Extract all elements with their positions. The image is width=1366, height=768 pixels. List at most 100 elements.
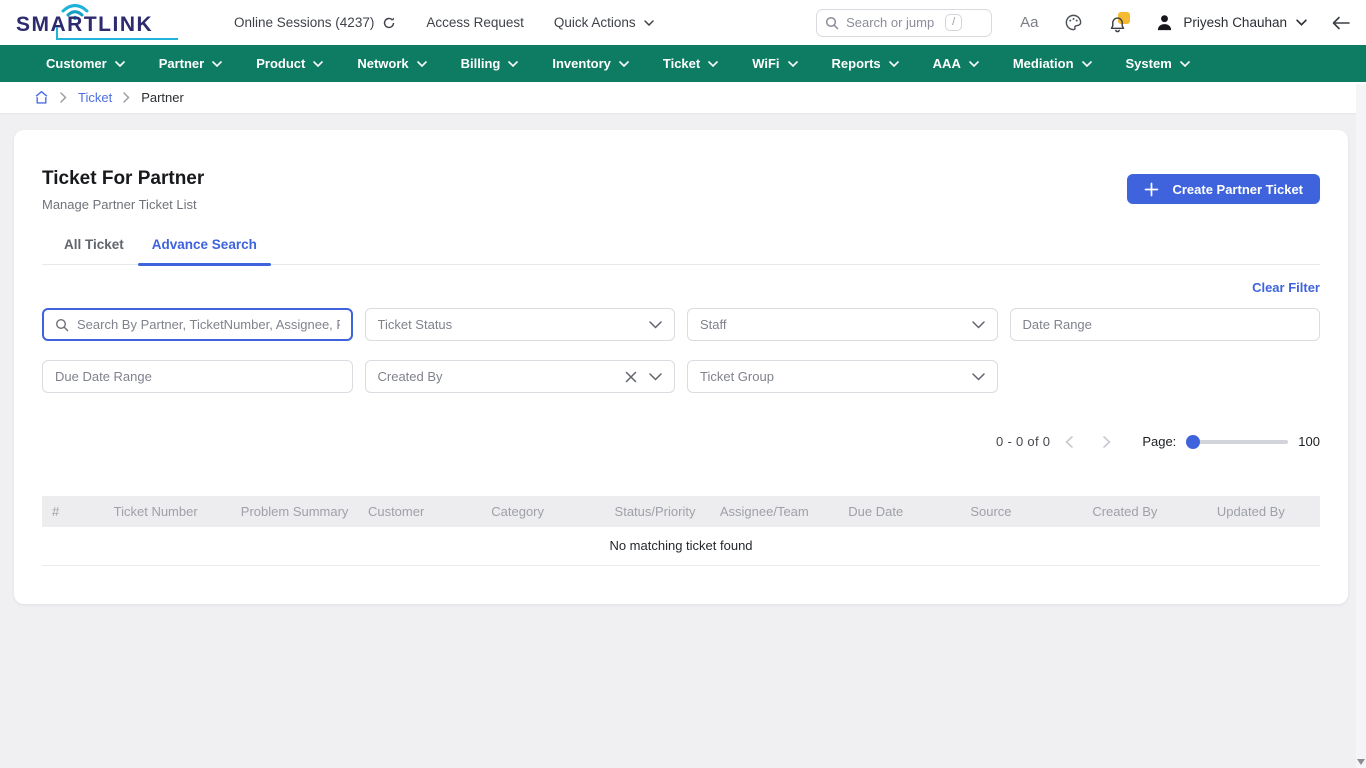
slash-shortcut-key: / — [945, 14, 962, 31]
ticket-for-partner-card: Ticket For Partner Manage Partner Ticket… — [14, 130, 1348, 604]
title-row: Ticket For Partner Manage Partner Ticket… — [42, 130, 1320, 212]
user-name: Priyesh Chauhan — [1183, 15, 1287, 30]
nav-item-label: System — [1126, 56, 1172, 71]
main-navigation: Customer Partner Product Network Billing Inve… — [0, 45, 1366, 82]
col-ticket-number: Ticket Number — [104, 496, 231, 527]
nav-item-label: Customer — [46, 56, 107, 71]
chevron-down-icon — [212, 61, 222, 67]
tickets-table-wrap: # Ticket Number Problem Summary Customer… — [42, 496, 1320, 566]
nav-item-label: WiFi — [752, 56, 779, 71]
font-size-toggle[interactable]: Aa — [1020, 14, 1038, 31]
online-sessions-link[interactable]: Online Sessions (4237) — [234, 15, 396, 30]
clear-x-icon[interactable] — [625, 371, 637, 383]
smartlink-logo[interactable]: SMARTLINK — [16, 3, 184, 43]
nav-item-mediation[interactable]: Mediation — [1013, 56, 1092, 71]
vertical-scrollbar[interactable] — [1356, 84, 1366, 768]
collapse-back-button[interactable] — [1331, 16, 1350, 30]
pagination-range: 0 - 0 of 0 — [996, 434, 1050, 449]
logo-underline — [56, 38, 178, 40]
col-due-date: Due Date — [838, 496, 960, 527]
pagination-prev-button[interactable] — [1050, 436, 1088, 448]
chevron-down-icon — [889, 61, 899, 67]
chevron-down-icon — [1082, 61, 1092, 67]
empty-state-row: No matching ticket found — [42, 527, 1320, 565]
nav-item-partner[interactable]: Partner — [159, 56, 223, 71]
top-header: SMARTLINK Online Sessions (4237) Access … — [0, 0, 1366, 45]
tab-advance-search[interactable]: Advance Search — [138, 237, 271, 264]
create-partner-ticket-button[interactable]: Create Partner Ticket — [1127, 174, 1320, 204]
page-size-slider[interactable] — [1188, 440, 1288, 444]
created-by-select[interactable]: Created By — [365, 360, 676, 393]
filter-grid-spacer — [1010, 360, 1321, 393]
breadcrumb: Ticket Partner — [0, 82, 1366, 113]
tickets-table: # Ticket Number Problem Summary Customer… — [42, 496, 1320, 566]
nav-item-product[interactable]: Product — [256, 56, 323, 71]
page-title: Ticket For Partner — [42, 168, 204, 190]
partner-search-field[interactable] — [42, 308, 353, 341]
create-button-label: Create Partner Ticket — [1172, 182, 1303, 197]
ticket-group-select[interactable]: Ticket Group — [687, 360, 998, 393]
nav-item-ticket[interactable]: Ticket — [663, 56, 718, 71]
date-range-input[interactable] — [1023, 317, 1308, 332]
chevron-down-icon — [649, 321, 662, 329]
col-created-by: Created By — [1082, 496, 1207, 527]
due-date-range-input[interactable] — [55, 369, 340, 384]
chevron-down-icon — [788, 61, 798, 67]
col-assignee-team: Assignee/Team — [710, 496, 838, 527]
breadcrumb-current: Partner — [141, 90, 184, 105]
chevron-down-icon — [708, 61, 718, 67]
col-updated-by: Updated By — [1207, 496, 1320, 527]
pagination-next-button[interactable] — [1088, 436, 1126, 448]
breadcrumb-ticket-link[interactable]: Ticket — [78, 90, 112, 105]
bell-icon — [1109, 16, 1126, 33]
chevron-right-icon — [60, 92, 67, 103]
nav-item-system[interactable]: System — [1126, 56, 1190, 71]
ticket-group-placeholder: Ticket Group — [700, 369, 964, 384]
chevron-down-icon — [644, 20, 654, 26]
partner-search-input[interactable] — [77, 317, 340, 332]
search-icon — [55, 318, 69, 332]
title-block: Ticket For Partner Manage Partner Ticket… — [42, 168, 204, 212]
nav-item-inventory[interactable]: Inventory — [552, 56, 629, 71]
tab-all-ticket[interactable]: All Ticket — [50, 237, 138, 264]
nav-item-customer[interactable]: Customer — [46, 56, 125, 71]
nav-item-billing[interactable]: Billing — [461, 56, 519, 71]
slider-handle[interactable] — [1186, 435, 1200, 449]
nav-item-aaa[interactable]: AAA — [933, 56, 979, 71]
table-header-row: # Ticket Number Problem Summary Customer… — [42, 496, 1320, 527]
notifications-button[interactable] — [1109, 13, 1129, 33]
scroll-down-arrow-icon[interactable] — [1357, 759, 1365, 765]
clear-filter-link[interactable]: Clear Filter — [1252, 280, 1320, 295]
chevron-right-icon — [1103, 436, 1111, 448]
col-index: # — [42, 496, 104, 527]
ticket-status-select[interactable]: Ticket Status — [365, 308, 676, 341]
nav-item-label: Network — [357, 56, 408, 71]
chevron-down-icon — [1296, 19, 1307, 26]
chevron-left-icon — [1065, 436, 1073, 448]
theme-palette-button[interactable] — [1064, 13, 1083, 32]
chevron-down-icon — [115, 61, 125, 67]
access-request-link[interactable]: Access Request — [426, 15, 524, 30]
nav-item-label: Reports — [832, 56, 881, 71]
chevron-down-icon — [417, 61, 427, 67]
clear-filter-row: Clear Filter — [42, 280, 1320, 295]
nav-item-network[interactable]: Network — [357, 56, 426, 71]
refresh-icon[interactable] — [382, 16, 396, 30]
global-search[interactable]: / — [816, 9, 992, 37]
chevron-down-icon — [972, 321, 985, 329]
nav-item-wifi[interactable]: WiFi — [752, 56, 797, 71]
user-menu[interactable]: Priyesh Chauhan — [1155, 13, 1307, 32]
home-icon[interactable] — [34, 90, 49, 105]
global-search-input[interactable] — [846, 15, 938, 30]
top-nav-links: Online Sessions (4237) Access Request Qu… — [234, 15, 654, 30]
due-date-range-field[interactable] — [42, 360, 353, 393]
chevron-down-icon — [313, 61, 323, 67]
col-category: Category — [481, 496, 604, 527]
chevron-down-icon — [969, 61, 979, 67]
palette-icon — [1064, 13, 1083, 32]
created-by-placeholder: Created By — [378, 369, 618, 384]
date-range-field[interactable] — [1010, 308, 1321, 341]
quick-actions-menu[interactable]: Quick Actions — [554, 15, 654, 30]
nav-item-reports[interactable]: Reports — [832, 56, 899, 71]
staff-select[interactable]: Staff — [687, 308, 998, 341]
